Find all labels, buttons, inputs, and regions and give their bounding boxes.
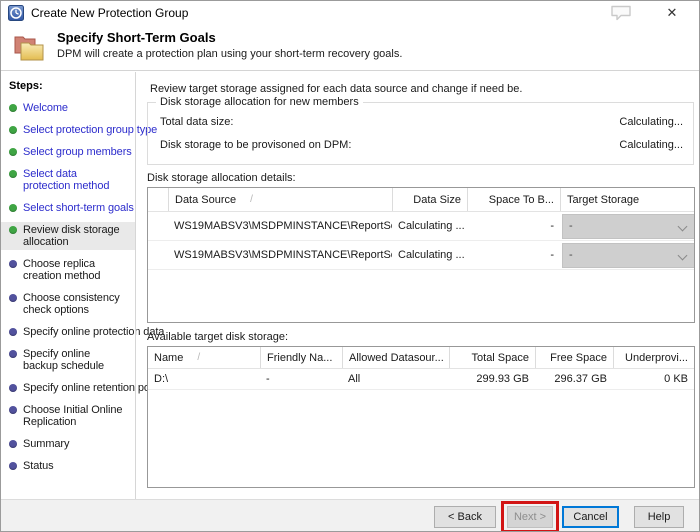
sidebar-step-select-data-protection-method: Select data protection method bbox=[1, 166, 135, 194]
create-protection-group-dialog: Create New Protection Group ✕ Specify Sh… bbox=[0, 0, 700, 532]
data-size-cell: Calculating ... bbox=[398, 220, 465, 232]
groupbox-legend: Disk storage allocation for new members bbox=[156, 96, 363, 108]
column-header-name[interactable]: Name / bbox=[148, 347, 260, 368]
space-to-b-cell: - bbox=[550, 249, 554, 261]
total-space-cell: 299.93 GB bbox=[476, 373, 529, 385]
sidebar-step-review-disk-storage-allocation: Review disk storage allocation bbox=[1, 222, 135, 250]
details-table-header: Data Source / Data Size Space To B... Tar… bbox=[148, 188, 694, 212]
sidebar-step-specify-online-protection-data: Specify online protection data bbox=[1, 324, 164, 340]
sidebar-step-choose-replica-creation-method: Choose replica creation method bbox=[1, 256, 135, 284]
column-header-data-source[interactable]: Data Source / bbox=[168, 188, 392, 211]
target-storage-dropdown[interactable]: - bbox=[562, 213, 694, 239]
table-row[interactable]: D:\ - All 299.93 GB 296.37 GB 0 KB bbox=[148, 369, 694, 390]
column-header-total-space[interactable]: Total Space bbox=[449, 347, 535, 368]
step-todo-bullet bbox=[9, 350, 17, 358]
steps-heading: Steps: bbox=[9, 80, 43, 92]
step-done-bullet bbox=[9, 204, 17, 212]
window-title: Create New Protection Group bbox=[31, 6, 189, 20]
step-done-bullet bbox=[9, 104, 17, 112]
name-cell: D:\ bbox=[154, 373, 169, 385]
sidebar-step-select-short-term-goals: Select short-term goals bbox=[1, 200, 135, 216]
step-current-bullet bbox=[9, 226, 17, 234]
page-title: Specify Short-Term Goals bbox=[57, 30, 216, 45]
cancel-button[interactable]: Cancel bbox=[562, 506, 619, 528]
column-header-data-size[interactable]: Data Size bbox=[392, 188, 467, 211]
column-header-underprovisioned[interactable]: Underprovi... bbox=[613, 347, 694, 368]
disk-allocation-groupbox: Disk storage allocation for new members … bbox=[147, 96, 694, 165]
table-row[interactable]: WS19MABSV3\MSDPMINSTANCE\ReportServe... … bbox=[148, 241, 694, 270]
column-header-target-storage[interactable]: Target Storage bbox=[560, 188, 694, 211]
page-subtitle: DPM will create a protection plan using … bbox=[57, 48, 403, 60]
total-data-size-label: Total data size: bbox=[160, 116, 234, 128]
column-header-blank bbox=[148, 188, 168, 211]
data-source-cell: WS19MABSV3\MSDPMINSTANCE\ReportServe... bbox=[174, 220, 392, 232]
sidebar-step-specify-online-backup-schedule: Specify online backup schedule bbox=[1, 346, 135, 374]
wizard-header: Specify Short-Term Goals DPM will create… bbox=[1, 25, 699, 71]
table-row[interactable]: WS19MABSV3\MSDPMINSTANCE\ReportServe... … bbox=[148, 212, 694, 241]
total-data-size-value: Calculating... bbox=[619, 116, 683, 128]
steps-list: Welcome Select protection group type Sel… bbox=[1, 100, 166, 474]
steps-sidebar: Steps: Welcome Select protection group t… bbox=[1, 72, 166, 499]
sidebar-step-specify-online-retention-policy: Specify online retention policy bbox=[1, 380, 166, 396]
feedback-bubble-icon[interactable] bbox=[610, 5, 632, 21]
underprovisioned-cell: 0 KB bbox=[664, 373, 688, 385]
step-done-bullet bbox=[9, 126, 17, 134]
allowed-datasources-cell: All bbox=[348, 373, 361, 385]
folder-pair-icon bbox=[14, 36, 44, 61]
back-button[interactable]: < Back bbox=[434, 506, 496, 528]
step-todo-bullet bbox=[9, 384, 17, 392]
details-table-label: Disk storage allocation details: bbox=[147, 172, 296, 184]
chevron-down-icon bbox=[677, 250, 688, 260]
sidebar-divider bbox=[135, 72, 136, 499]
help-button[interactable]: Help bbox=[634, 506, 684, 528]
target-storage-dropdown[interactable]: - bbox=[562, 242, 694, 268]
step-todo-bullet bbox=[9, 440, 17, 448]
sidebar-step-status: Status bbox=[1, 458, 135, 474]
column-header-free-space[interactable]: Free Space bbox=[535, 347, 613, 368]
sidebar-step-select-group-members: Select group members bbox=[1, 144, 135, 160]
step-todo-bullet bbox=[9, 294, 17, 302]
sidebar-step-welcome: Welcome bbox=[1, 100, 135, 116]
free-space-cell: 296.37 GB bbox=[554, 373, 607, 385]
disk-allocation-details-table: Data Source / Data Size Space To B... Tar… bbox=[147, 187, 695, 323]
step-done-bullet bbox=[9, 148, 17, 156]
step-todo-bullet bbox=[9, 260, 17, 268]
available-target-disk-storage-table: Name / Friendly Na... Allowed Datasour...… bbox=[147, 346, 695, 488]
sidebar-step-choose-initial-online-replication: Choose Initial Online Replication bbox=[1, 402, 135, 430]
step-todo-bullet bbox=[9, 328, 17, 336]
chevron-down-icon bbox=[677, 221, 688, 231]
column-header-allowed-datasources[interactable]: Allowed Datasour... bbox=[342, 347, 449, 368]
sort-ascending-icon: / bbox=[197, 352, 201, 363]
step-done-bullet bbox=[9, 170, 17, 178]
sidebar-step-choose-consistency-check-options: Choose consistency check options bbox=[1, 290, 135, 318]
storage-table-header: Name / Friendly Na... Allowed Datasour...… bbox=[148, 347, 694, 369]
close-icon[interactable]: ✕ bbox=[659, 3, 685, 23]
sort-ascending-icon: / bbox=[250, 194, 253, 205]
provisioned-storage-value: Calculating... bbox=[619, 139, 683, 151]
column-header-friendly-name[interactable]: Friendly Na... bbox=[260, 347, 342, 368]
data-source-cell: WS19MABSV3\MSDPMINSTANCE\ReportServe... bbox=[174, 249, 392, 261]
dpm-app-icon bbox=[8, 5, 24, 21]
step-todo-bullet bbox=[9, 406, 17, 414]
friendly-name-cell: - bbox=[266, 373, 270, 385]
sidebar-step-summary: Summary bbox=[1, 436, 135, 452]
step-todo-bullet bbox=[9, 462, 17, 470]
sidebar-step-select-protection-group-type: Select protection group type bbox=[1, 122, 157, 138]
title-bar: Create New Protection Group ✕ bbox=[1, 1, 699, 25]
space-to-b-cell: - bbox=[550, 220, 554, 232]
storage-table-label: Available target disk storage: bbox=[147, 331, 289, 343]
data-size-cell: Calculating ... bbox=[398, 249, 465, 261]
next-button[interactable]: Next > bbox=[507, 506, 553, 528]
provisioned-storage-label: Disk storage to be provisoned on DPM: bbox=[160, 139, 352, 151]
column-header-space-to-b[interactable]: Space To B... bbox=[467, 188, 560, 211]
instruction-text: Review target storage assigned for each … bbox=[150, 83, 523, 95]
